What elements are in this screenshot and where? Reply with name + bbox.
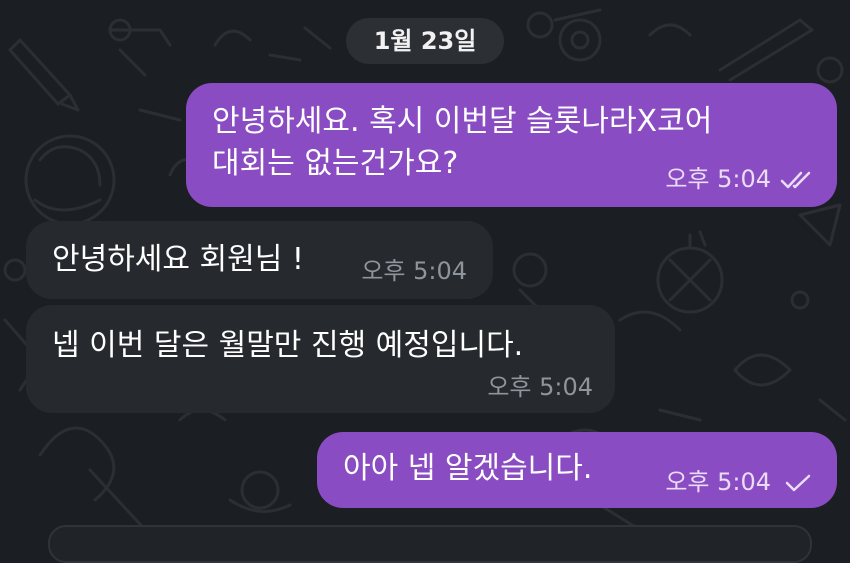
incoming-message-bubble[interactable]: 안녕하세요 회원님 ! 오후 5:04 [26,221,493,299]
message-text-line: 안녕하세요 회원님 ! [52,242,304,277]
message-time: 오후 5:04 [487,373,593,401]
outgoing-message-bubble[interactable]: 아아 넵 알겠습니다. 오후 5:04 [317,432,837,508]
message-meta: 오후 5:04 [665,468,819,496]
double-check-icon [779,165,819,193]
message-meta: 오후 5:04 [665,165,819,193]
message-meta: 오후 5:04 [487,373,593,401]
incoming-message-bubble[interactable]: 넵 이번 달은 월말만 진행 예정입니다. 오후 5:04 [26,305,615,413]
message-composer[interactable] [48,525,812,563]
message-text-line: 안녕하세요. 혹시 이번달 슬롯나라X코어 [212,104,713,139]
message-time: 오후 5:04 [361,257,467,285]
message-text-line: 아아 넵 알겠습니다. [343,451,593,486]
message-text-line: 대회는 없는건가요? [212,146,459,181]
message-text-line: 넵 이번 달은 월말만 진행 예정입니다. [52,328,524,363]
date-separator: 1월 23일 [346,18,504,64]
single-check-icon [779,468,819,496]
message-time: 오후 5:04 [665,165,771,193]
message-time: 오후 5:04 [665,468,771,496]
outgoing-message-bubble[interactable]: 안녕하세요. 혹시 이번달 슬롯나라X코어 대회는 없는건가요? 오후 5:04 [186,83,837,207]
message-meta: 오후 5:04 [361,257,467,285]
